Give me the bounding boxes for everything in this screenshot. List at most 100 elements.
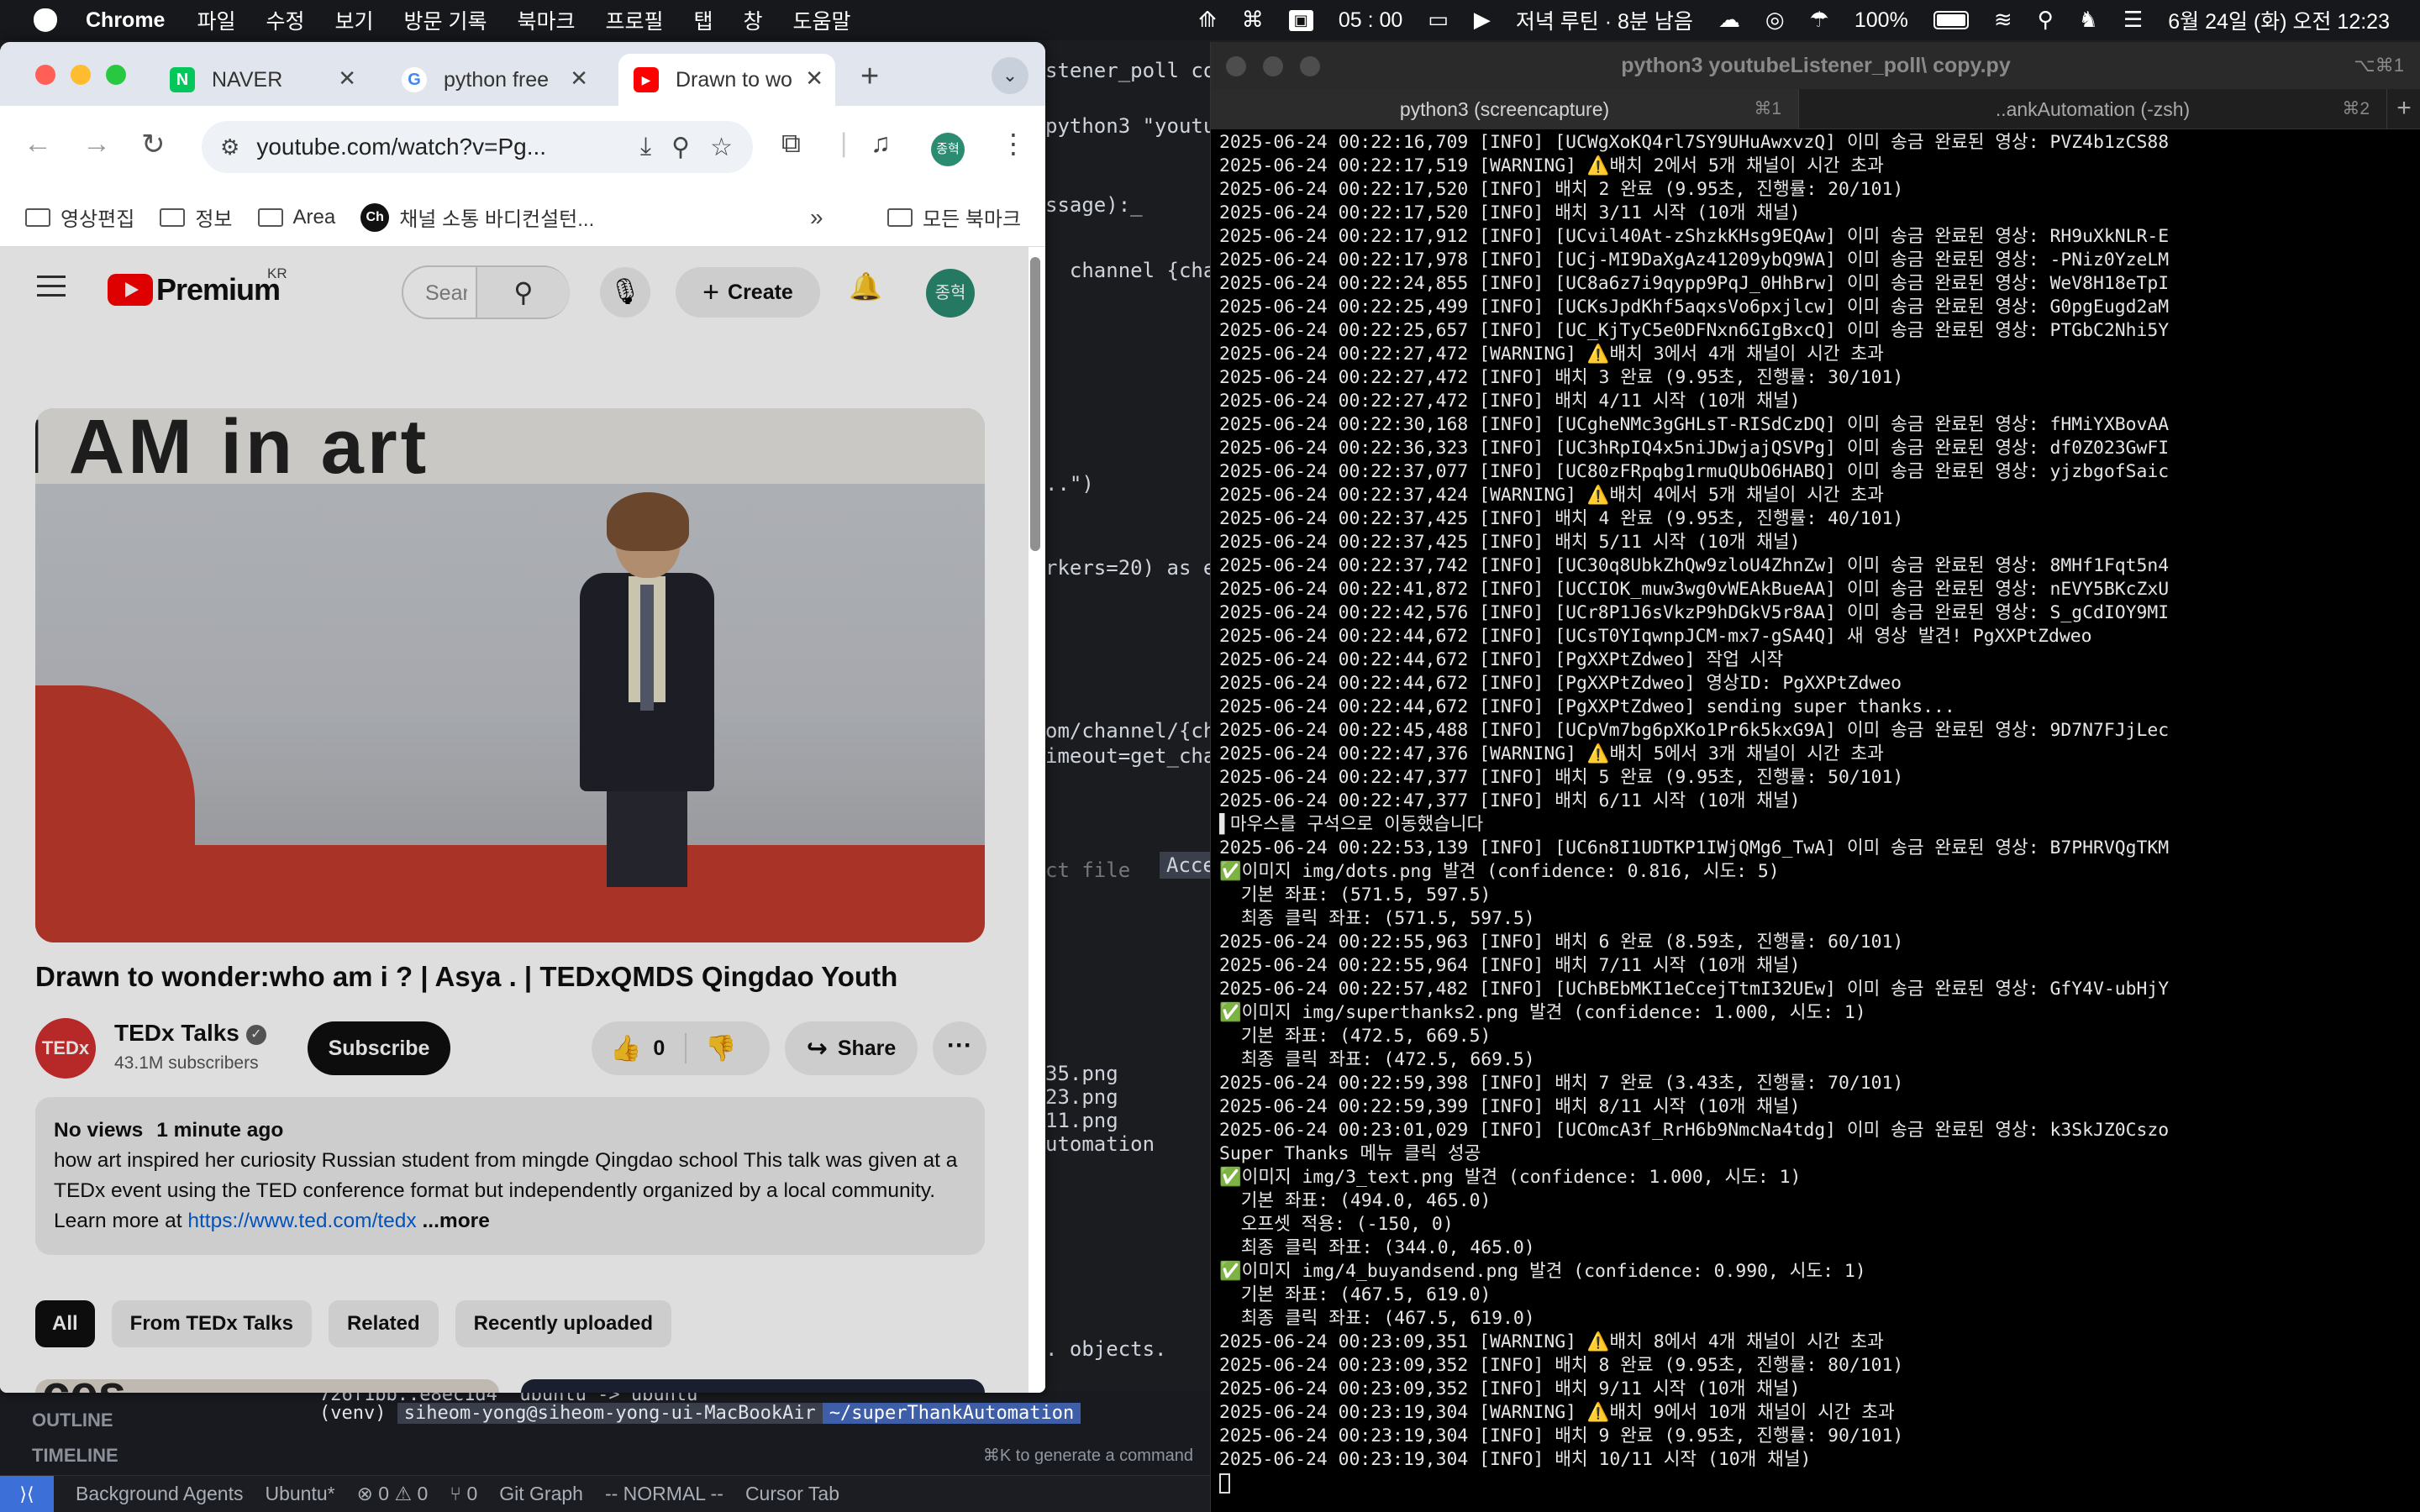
ghost-accept-button[interactable]: Acce	[1160, 852, 1210, 879]
chrome-profile-avatar[interactable]: 종혁	[931, 133, 965, 166]
remote-indicator-icon[interactable]: ⟩⟨	[0, 1475, 54, 1512]
tab-naver[interactable]: N NAVER ✕	[155, 54, 368, 106]
menubar-routine[interactable]: 저녁 루틴 · 8분 남음	[1516, 5, 1693, 35]
terminal-prompt-line[interactable]	[1219, 1472, 2412, 1495]
close-tab-icon[interactable]: ✕	[805, 66, 823, 92]
menu-window[interactable]: 창	[744, 5, 763, 35]
youtube-avatar[interactable]: 종혁	[926, 269, 975, 318]
all-bookmarks-button[interactable]: 모든 북마크	[887, 202, 1021, 232]
apple-menu-icon[interactable]	[34, 8, 57, 32]
address-bar[interactable]: ⚙ youtube.com/watch?v=Pg... ⤓ ⚲ ☆	[202, 121, 753, 173]
media-controls-icon[interactable]: ♫	[871, 128, 891, 159]
minimize-button[interactable]	[71, 65, 91, 85]
bookmark-folder[interactable]: Area	[257, 206, 335, 229]
chip-related[interactable]: Related	[328, 1300, 439, 1347]
zoom-button[interactable]	[1300, 56, 1320, 76]
wifi-icon[interactable]: ≋	[1994, 8, 2012, 33]
bookmark-folder[interactable]: 영상편집	[25, 202, 134, 232]
hamburger-menu-icon[interactable]	[37, 276, 66, 303]
control-center-icon[interactable]: ☰	[2123, 8, 2143, 33]
timer-app-icon[interactable]: ▣	[1288, 9, 1313, 31]
menu-file[interactable]: 파일	[197, 5, 235, 35]
menu-view[interactable]: 보기	[335, 5, 374, 35]
menu-help[interactable]: 도움말	[793, 5, 851, 35]
related-video-thumbnail[interactable]	[521, 1379, 985, 1393]
chip-all[interactable]: All	[35, 1300, 95, 1347]
close-button[interactable]	[35, 65, 55, 85]
create-button[interactable]: + Create	[676, 267, 820, 318]
zoom-icon[interactable]: ⚲	[671, 133, 690, 162]
chip-recently-uploaded[interactable]: Recently uploaded	[455, 1300, 672, 1347]
video-description[interactable]: No views 1 minute ago how art inspired he…	[35, 1097, 985, 1255]
chrome-menu-icon[interactable]: ⋮	[1000, 128, 1027, 160]
menubar-clock[interactable]: 6월 24일 (화) 오전 12:23	[2168, 5, 2390, 35]
menu-history[interactable]: 방문 기록	[404, 5, 487, 35]
status-problems[interactable]: ⊗ 0 ⚠ 0	[357, 1483, 429, 1505]
subscribe-button[interactable]: Subscribe	[308, 1021, 450, 1075]
site-info-icon[interactable]: ⚙	[220, 134, 239, 160]
app-menu-chrome[interactable]: Chrome	[86, 8, 165, 33]
channel-name[interactable]: TEDx Talks	[114, 1020, 239, 1046]
more-actions-icon[interactable]: ···	[933, 1021, 986, 1075]
vpn-icon[interactable]: ⟰	[1198, 8, 1217, 33]
youtube-premium-logo[interactable]: Premium KR	[108, 265, 287, 307]
show-more-button[interactable]: ...more	[423, 1210, 490, 1232]
bookmark-link[interactable]: Ch 채널 소통 바디컨설턴...	[360, 202, 594, 232]
command-icon[interactable]: ⌘	[1242, 8, 1264, 33]
new-tab-button[interactable]: +	[860, 59, 879, 95]
menu-edit[interactable]: 수정	[266, 5, 304, 35]
thumbs-up-icon[interactable]: 👍	[610, 1034, 641, 1063]
reload-icon[interactable]: ↻	[141, 128, 166, 161]
search-icon[interactable]: ⚲	[476, 267, 570, 318]
bookmark-star-icon[interactable]: ☆	[710, 133, 733, 162]
bookmark-folder[interactable]: 정보	[160, 202, 233, 232]
dog-app-icon[interactable]: ♞	[2079, 8, 2098, 33]
status-branch[interactable]: Ubuntu*	[265, 1483, 334, 1505]
cloud-app-icon[interactable]: ☁	[1718, 8, 1740, 33]
back-arrow-icon[interactable]: ←	[24, 128, 52, 160]
notifications-bell-icon[interactable]: 🔔	[849, 270, 882, 302]
window-icon[interactable]: ▭	[1428, 8, 1449, 33]
terminal-tab-zsh[interactable]: ..ankAutomation (-zsh) ⌘2	[1799, 89, 2387, 129]
tab-google[interactable]: G python free ✕	[387, 54, 600, 106]
related-video-thumbnail[interactable]: ces	[35, 1379, 499, 1393]
like-count[interactable]: 0	[653, 1037, 665, 1061]
close-tab-icon[interactable]: ✕	[570, 66, 588, 92]
forward-arrow-icon[interactable]: →	[82, 128, 111, 160]
page-scrollbar[interactable]	[1030, 257, 1040, 551]
menu-tab[interactable]: 탭	[694, 5, 713, 35]
airdrop-icon[interactable]: ◎	[1765, 8, 1785, 33]
weather-icon[interactable]: ☂	[1810, 8, 1829, 33]
thumbs-down-icon[interactable]: 👎	[705, 1034, 736, 1063]
status-ports[interactable]: ⑂ 0	[450, 1483, 477, 1505]
install-app-icon[interactable]: ⤓	[640, 133, 651, 161]
bookmarks-overflow-icon[interactable]: »	[810, 204, 823, 231]
new-terminal-tab-button[interactable]: +	[2387, 89, 2420, 129]
play-circle-icon[interactable]: ▶	[1474, 8, 1491, 33]
timeline-section[interactable]: TIMELINE	[0, 1438, 286, 1473]
status-cursor-tab[interactable]: Cursor Tab	[745, 1483, 839, 1505]
video-player[interactable]: I AM in art	[35, 408, 985, 942]
menubar-timer[interactable]: 05 : 00	[1339, 8, 1402, 33]
status-git-graph[interactable]: Git Graph	[499, 1483, 583, 1505]
microphone-icon[interactable]: 🎙	[600, 267, 650, 318]
url-text[interactable]: youtube.com/watch?v=Pg...	[256, 134, 640, 160]
extensions-icon[interactable]: ⧉	[781, 128, 801, 160]
share-button[interactable]: ↪ Share	[785, 1021, 918, 1075]
outline-section[interactable]: OUTLINE	[0, 1403, 286, 1438]
tedx-link[interactable]: https://www.ted.com/tedx	[187, 1210, 416, 1232]
spotlight-search-icon[interactable]: ⚲	[2038, 8, 2054, 33]
close-button[interactable]	[1226, 56, 1246, 76]
search-input[interactable]: Search	[425, 281, 467, 306]
battery-icon[interactable]	[1933, 11, 1969, 29]
youtube-search-box[interactable]: Search ⚲	[402, 265, 570, 319]
channel-avatar[interactable]: TEDx	[35, 1018, 96, 1079]
menu-bookmarks[interactable]: 북마크	[517, 5, 575, 35]
channel-name-block[interactable]: TEDx Talks ✓	[114, 1020, 266, 1047]
minimize-button[interactable]	[1263, 56, 1283, 76]
status-background-agents[interactable]: Background Agents	[76, 1483, 243, 1505]
tab-youtube[interactable]: ▶ Drawn to wo ✕	[618, 54, 835, 106]
zoom-button[interactable]	[106, 65, 126, 85]
battery-percent[interactable]: 100%	[1854, 8, 1908, 33]
terminal-output[interactable]: 2025-06-24 00:22:16,709 [INFO] [UCWgXoKQ…	[1219, 131, 2412, 1495]
